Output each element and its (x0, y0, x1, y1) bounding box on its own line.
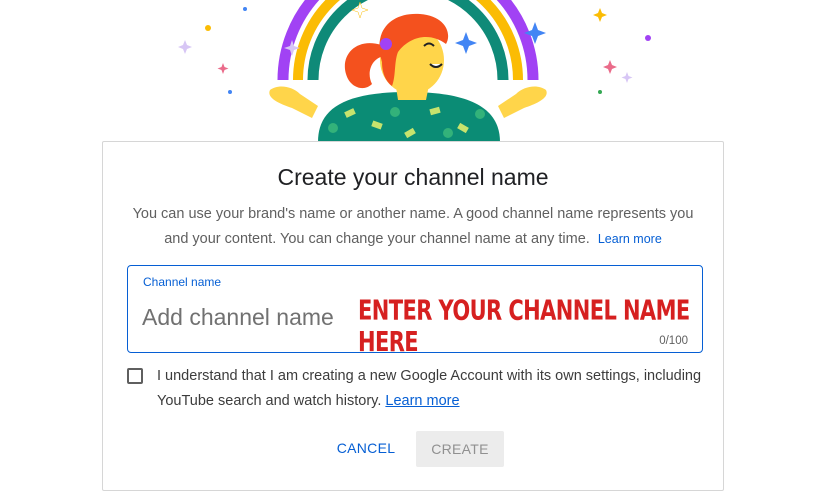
dialog-title: Create your channel name (277, 164, 549, 190)
dialog-description: You can use your brand's name or another… (127, 202, 699, 252)
account-consent: I understand that I am creating a new Go… (127, 364, 703, 414)
celebration-illustration (178, 0, 651, 142)
cancel-button[interactable]: CANCEL (326, 431, 406, 465)
channel-name-field[interactable]: Channel name ENTER YOUR CHANNEL NAME HER… (127, 265, 703, 357)
consent-checkbox[interactable] (127, 368, 143, 384)
channel-name-label: Channel name (143, 275, 222, 289)
create-button[interactable]: CREATE (416, 431, 504, 467)
learn-more-link[interactable]: Learn more (598, 232, 662, 246)
consent-learn-more-link[interactable]: Learn more (385, 393, 459, 409)
character-counter: 0/100 (659, 335, 688, 347)
create-channel-dialog: Create your channel name You can use you… (102, 141, 724, 491)
channel-name-input[interactable] (142, 300, 342, 334)
enter-name-annotation: ENTER YOUR CHANNEL NAME HERE (358, 295, 690, 358)
consent-text: I understand that I am creating a new Go… (157, 364, 703, 414)
